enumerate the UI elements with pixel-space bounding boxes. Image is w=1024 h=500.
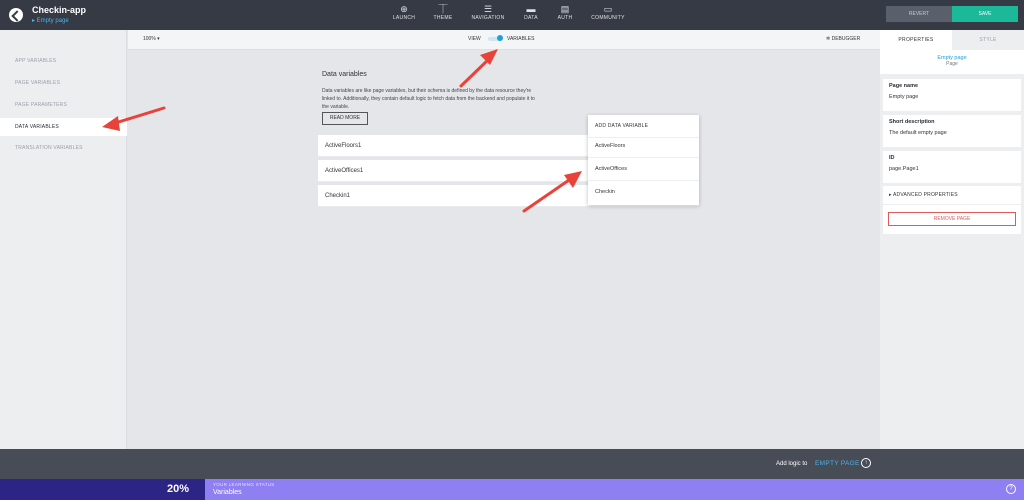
community-icon: ▭ [603, 4, 613, 14]
learning-status-section[interactable]: YOUR LEARNING STATUS Variables ? [205, 479, 1024, 500]
learning-topic: Variables [213, 489, 242, 496]
context-page-link[interactable]: Empty page [880, 50, 1024, 61]
nav-navigation[interactable]: ☰ NAVIGATION [468, 3, 508, 21]
theme-icon: ⏉ [438, 4, 448, 14]
view-toggle-label[interactable]: VIEW [468, 36, 481, 42]
variables-sidebar: APP VARIABLES PAGE VARIABLES PAGE PARAME… [0, 30, 127, 449]
learning-status-caption: YOUR LEARNING STATUS [213, 482, 275, 487]
nav-label: AUTH [557, 15, 573, 21]
data-variables-panel: Data variables Data variables are like p… [128, 51, 880, 449]
page-name-label: Page name [889, 83, 919, 89]
short-description-label: Short description [889, 119, 935, 125]
app-logo-icon[interactable] [9, 8, 23, 22]
revert-button[interactable]: REVERT [886, 6, 952, 22]
launch-icon: ⊕ [400, 4, 408, 14]
tab-properties[interactable]: PROPERTIES [880, 30, 952, 50]
sidebar-item-page-variables[interactable]: PAGE VARIABLES [0, 74, 127, 92]
read-more-button[interactable]: READ MORE [322, 112, 368, 125]
navigation-icon: ☰ [483, 4, 493, 14]
learning-percent: 20% [167, 483, 190, 495]
app-title: Checkin-app [32, 5, 87, 15]
auth-icon: ▤ [560, 4, 570, 14]
sidebar-item-page-parameters[interactable]: PAGE PARAMETERS [0, 96, 127, 114]
debugger-label: DEBUGGER [831, 36, 861, 42]
short-description-field: Short description The default empty page [883, 115, 1021, 147]
nav-auth[interactable]: ▤ AUTH [545, 3, 585, 21]
page-name-field: Page name Empty page [883, 79, 1021, 111]
remove-page-section: REMOVE PAGE [883, 205, 1021, 234]
dropdown-option[interactable]: Checkin [588, 181, 699, 204]
top-bar: Checkin-app ▸ Empty page ⊕ LAUNCH ⏉ THEM… [0, 0, 1024, 30]
expand-logic-icon[interactable]: ↑ [861, 458, 871, 468]
id-input[interactable]: page.Page1 [889, 166, 1015, 172]
zoom-select[interactable]: 100% ▾ [143, 36, 160, 42]
nav-label: THEME [433, 15, 453, 21]
nav-label: LAUNCH [392, 15, 416, 21]
page-name-input[interactable]: Empty page [889, 94, 1015, 100]
selected-context: Empty page Page [880, 50, 1024, 74]
properties-panel: PROPERTIES STYLE Empty page Page Page na… [880, 30, 1024, 449]
short-description-input[interactable]: The default empty page [889, 130, 1015, 136]
variables-toggle-label[interactable]: VARIABLES [507, 36, 534, 42]
canvas-toolbar: 100% ▾ VIEW VARIABLES ✲ DEBUGGER [128, 30, 880, 50]
id-label: ID [889, 155, 895, 161]
learning-progress-section: 20% [0, 479, 205, 500]
sidebar-item-app-variables[interactable]: APP VARIABLES [0, 52, 127, 70]
save-button[interactable]: SAVE [952, 6, 1018, 22]
sidebar-item-data-variables[interactable]: DATA VARIABLES [0, 118, 127, 136]
page-description: Data variables are like page variables, … [322, 88, 535, 110]
debugger-button[interactable]: ✲ DEBUGGER [826, 36, 860, 42]
logic-bar: Add logic to EMPTY PAGE ↑ [0, 449, 880, 479]
add-logic-target-link[interactable]: EMPTY PAGE [815, 460, 860, 467]
help-icon[interactable]: ? [1006, 484, 1016, 494]
add-logic-text: Add logic to [776, 461, 808, 467]
toggle-knob[interactable] [497, 35, 503, 41]
dropdown-option[interactable]: ActiveOffices [588, 158, 699, 181]
id-field: ID page.Page1 [883, 151, 1021, 183]
advanced-properties-toggle[interactable]: ▸ ADVANCED PROPERTIES [883, 186, 1021, 204]
page-title: Data variables [322, 71, 367, 78]
nav-label: COMMUNITY [591, 15, 625, 21]
tab-style[interactable]: STYLE [952, 30, 1024, 50]
nav-theme[interactable]: ⏉ THEME [423, 3, 463, 21]
current-page-link[interactable]: ▸ Empty page [32, 17, 69, 24]
remove-page-button[interactable]: REMOVE PAGE [888, 212, 1016, 226]
logic-bar-right [880, 449, 1024, 479]
nav-community[interactable]: ▭ COMMUNITY [588, 3, 628, 21]
nav-label: NAVIGATION [471, 15, 505, 21]
context-type: Page [946, 61, 958, 67]
nav-launch[interactable]: ⊕ LAUNCH [384, 3, 424, 21]
add-data-variable-dropdown: ADD DATA VARIABLE ActiveFloors ActiveOff… [588, 115, 699, 205]
sidebar-item-translation-variables[interactable]: TRANSLATION VARIABLES [0, 139, 127, 157]
dropdown-option[interactable]: ActiveFloors [588, 135, 699, 158]
